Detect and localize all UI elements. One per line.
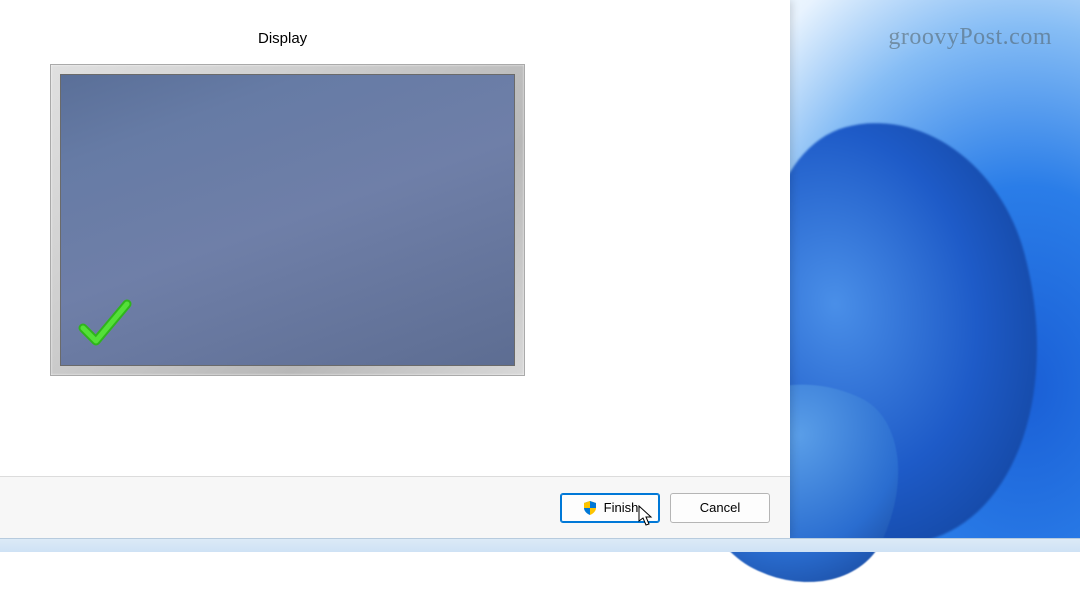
calibration-dialog: Display Finish — [0, 0, 790, 538]
dialog-footer: Finish Cancel — [0, 476, 790, 538]
checkmark-icon — [77, 298, 135, 353]
monitor-preview-frame — [50, 64, 525, 376]
cancel-button-label: Cancel — [700, 500, 740, 515]
dialog-content: Display — [0, 0, 790, 476]
finish-button[interactable]: Finish — [560, 493, 660, 523]
cancel-button[interactable]: Cancel — [670, 493, 770, 523]
finish-button-label: Finish — [604, 500, 639, 515]
watermark-text: groovyPost.com — [888, 24, 1052, 51]
taskbar[interactable] — [0, 538, 1080, 552]
shield-icon — [582, 500, 598, 516]
monitor-preview-screen — [60, 74, 515, 366]
display-heading: Display — [258, 30, 307, 47]
